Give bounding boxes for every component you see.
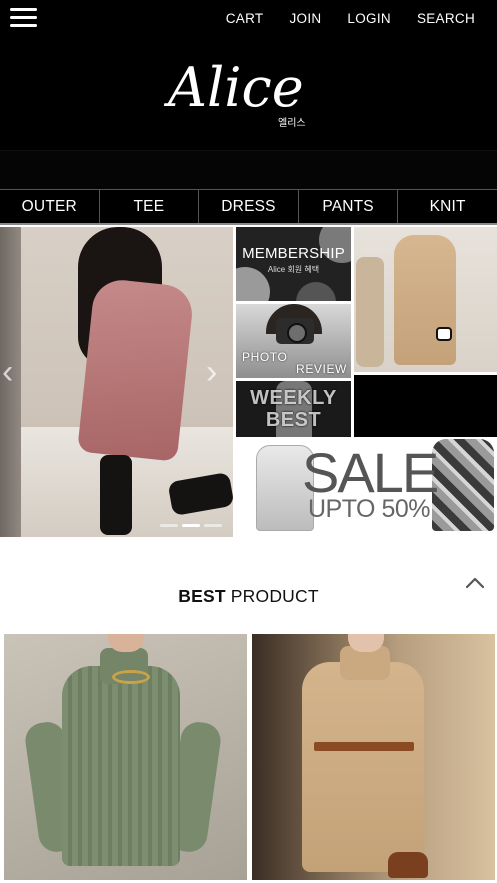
best-title-rest: PRODUCT bbox=[225, 586, 319, 606]
banner-black-panel bbox=[354, 375, 497, 437]
banner-area: ‹ › MEMBERSHIP Alice 회원 혜택 PHOTO REVIEW … bbox=[0, 227, 497, 537]
membership-title: MEMBERSHIP bbox=[242, 245, 345, 262]
category-pants[interactable]: PANTS bbox=[299, 190, 399, 223]
photo-review-line2: REVIEW bbox=[296, 362, 347, 376]
alice-logo[interactable]: Alice 엘리스 bbox=[160, 44, 340, 144]
cart-link[interactable]: CART bbox=[226, 11, 264, 26]
best-title-bold: BEST bbox=[178, 586, 226, 606]
camera-icon bbox=[276, 318, 314, 344]
sale-title: SALE bbox=[302, 441, 439, 504]
category-nav: OUTER TEE DRESS PANTS KNIT bbox=[0, 189, 497, 225]
slider-dot[interactable] bbox=[204, 524, 222, 527]
slider-dot-active[interactable] bbox=[182, 524, 200, 527]
logo-subtext: 엘리스 bbox=[278, 116, 306, 129]
login-link[interactable]: LOGIN bbox=[347, 11, 391, 26]
chevron-left-icon[interactable]: ‹ bbox=[2, 355, 13, 389]
sale-subtitle: UPTO 50% bbox=[308, 495, 430, 523]
main-slider[interactable]: ‹ › bbox=[0, 227, 233, 537]
product-card[interactable] bbox=[252, 634, 495, 880]
sale-banner[interactable]: SALE UPTO 50% bbox=[236, 437, 497, 537]
best-product-heading: BEST PRODUCT bbox=[0, 586, 497, 607]
chevron-up-icon[interactable] bbox=[463, 571, 487, 595]
category-outer[interactable]: OUTER bbox=[0, 190, 100, 223]
category-knit[interactable]: KNIT bbox=[398, 190, 497, 223]
category-tee[interactable]: TEE bbox=[100, 190, 200, 223]
membership-banner[interactable]: MEMBERSHIP Alice 회원 혜택 bbox=[236, 227, 351, 301]
slider-dots bbox=[160, 524, 222, 527]
header-divider-strip bbox=[0, 150, 497, 189]
product-grid bbox=[4, 634, 496, 883]
weekly-line2: BEST bbox=[265, 409, 322, 431]
weekly-best-banner[interactable]: WEEKLY BEST bbox=[236, 381, 351, 437]
photo-review-banner[interactable]: PHOTO REVIEW bbox=[236, 304, 351, 378]
membership-subtitle: Alice 회원 혜택 bbox=[267, 265, 320, 274]
product-card[interactable] bbox=[4, 634, 247, 880]
chevron-right-icon[interactable]: › bbox=[206, 355, 217, 389]
logo-text: Alice bbox=[163, 56, 304, 119]
hamburger-menu-icon[interactable] bbox=[10, 8, 37, 28]
slider-dot[interactable] bbox=[160, 524, 178, 527]
photo-review-line1: PHOTO bbox=[242, 350, 288, 364]
top-links: CART JOIN LOGIN SEARCH bbox=[200, 11, 475, 26]
weekly-line1: WEEKLY bbox=[250, 387, 337, 409]
category-dress[interactable]: DRESS bbox=[199, 190, 299, 223]
header: CART JOIN LOGIN SEARCH Alice 엘리스 bbox=[0, 0, 497, 150]
coat-banner-image[interactable] bbox=[354, 227, 497, 372]
join-link[interactable]: JOIN bbox=[289, 11, 321, 26]
search-link[interactable]: SEARCH bbox=[417, 11, 475, 26]
